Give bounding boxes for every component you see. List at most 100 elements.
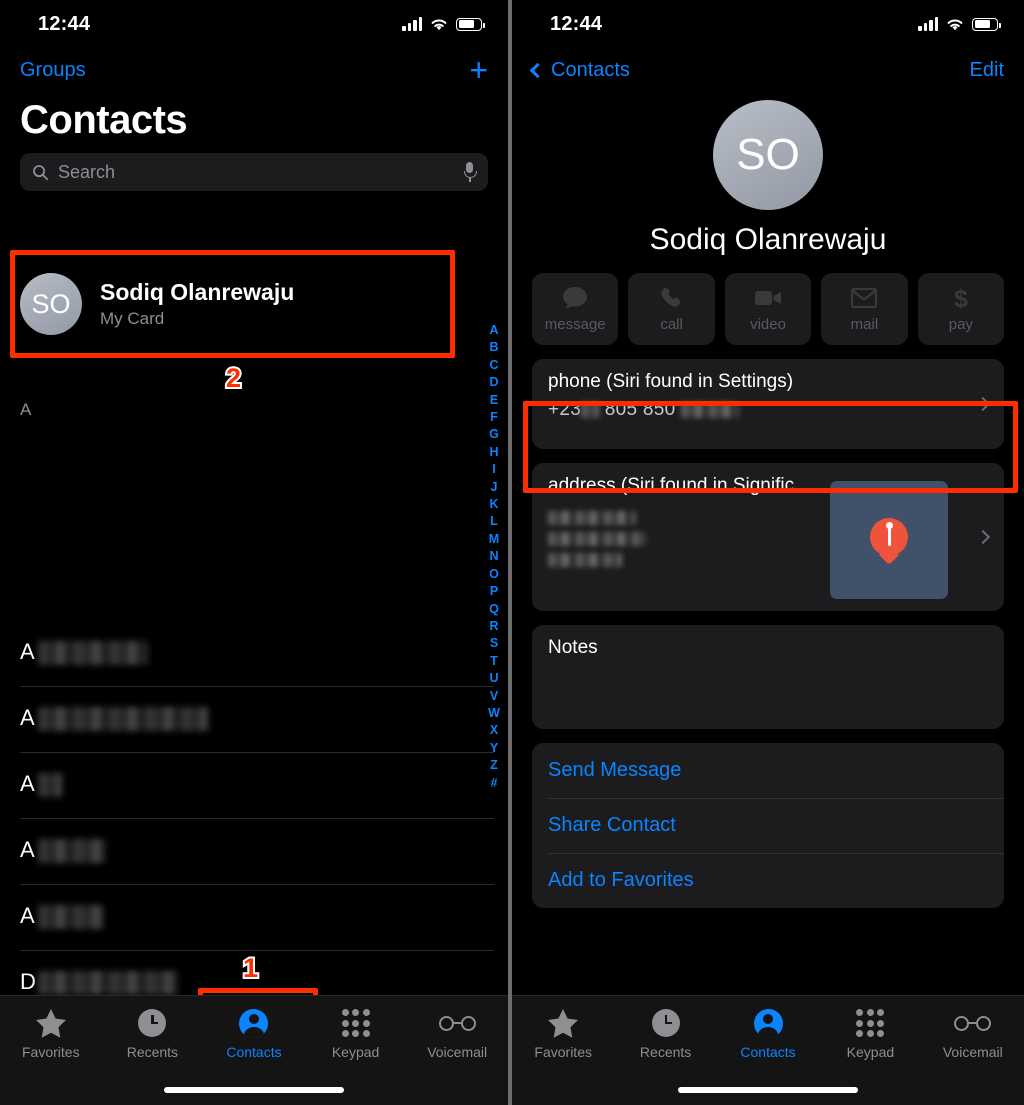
contact-initial: A [20, 903, 35, 928]
contact-list-item[interactable]: A [0, 687, 494, 753]
tab-keypad[interactable]: Keypad [819, 1008, 921, 1060]
action-button-mail[interactable]: mail [821, 273, 908, 345]
tab-keypad[interactable]: Keypad [305, 1008, 407, 1060]
alpha-index-letter[interactable]: # [491, 775, 498, 792]
clock-icon [651, 1008, 680, 1038]
contact-list-item[interactable]: A [0, 819, 494, 885]
contact-list-item[interactable]: A [0, 885, 494, 951]
tab-label: Keypad [331, 1044, 380, 1060]
alpha-index-letter[interactable]: T [490, 653, 498, 670]
microphone-icon[interactable] [463, 161, 477, 183]
status-time: 12:44 [550, 12, 603, 35]
action-button-call[interactable]: call [628, 273, 715, 345]
action-button-label: pay [948, 316, 973, 333]
contact-action-add-to-favorites[interactable]: Add to Favorites [532, 853, 1004, 908]
alpha-index-letter[interactable]: Z [490, 757, 498, 774]
tab-recents[interactable]: Recents [614, 1008, 716, 1060]
groups-button[interactable]: Groups [20, 59, 86, 82]
action-button-message[interactable]: message [532, 273, 619, 345]
tab-favorites[interactable]: Favorites [512, 1008, 614, 1060]
alpha-index-letter[interactable]: Q [489, 601, 499, 618]
alpha-index-letter[interactable]: D [489, 374, 498, 391]
message-bubble-icon [562, 285, 588, 311]
alpha-index-letter[interactable]: J [491, 479, 498, 496]
alpha-index-letter[interactable]: X [490, 722, 498, 739]
back-to-contacts-button[interactable]: Contacts [529, 59, 630, 82]
avatar: SO [20, 273, 82, 335]
search-input[interactable]: Search [20, 153, 488, 191]
alpha-index-letter[interactable]: V [490, 688, 498, 705]
action-button-video[interactable]: video [724, 273, 812, 345]
map-thumbnail[interactable] [830, 481, 948, 599]
address-row[interactable]: address (Siri found in Signific... [532, 463, 1004, 611]
section-header-a: A [20, 400, 32, 419]
contact-name-redacted [38, 971, 178, 995]
cellular-signal-icon [918, 17, 938, 31]
contact-detail-screen: 12:44 Contacts Edit SO Sodiq Olanrewaju [512, 0, 1024, 1105]
quick-action-row[interactable]: message call video mail $ pay [512, 257, 1024, 345]
tab-label: Contacts [740, 1044, 796, 1060]
phone-value: +23 805 850 [548, 399, 988, 421]
alpha-index-letter[interactable]: N [489, 548, 498, 565]
phone-row[interactable]: phone (Siri found in Settings) +23 805 8… [532, 359, 1004, 449]
alpha-index-letter[interactable]: G [489, 426, 499, 443]
star-icon [547, 1008, 579, 1038]
contact-list-item[interactable]: A [0, 621, 494, 687]
tab-contacts[interactable]: Contacts [203, 1008, 305, 1060]
alpha-index-letter[interactable]: U [489, 670, 498, 687]
tab-voicemail[interactable]: Voicemail [922, 1008, 1024, 1060]
alpha-index-letter[interactable]: L [490, 513, 498, 530]
alpha-index-letter[interactable]: B [489, 339, 498, 356]
person-circle-icon [753, 1008, 783, 1038]
envelope-icon [851, 285, 878, 311]
contact-action-share-contact[interactable]: Share Contact [532, 798, 1004, 853]
contact-initial: A [20, 837, 35, 862]
alpha-index-letter[interactable]: P [490, 583, 498, 600]
tab-label: Contacts [226, 1044, 282, 1060]
action-button-pay[interactable]: $ pay [917, 273, 1005, 345]
contact-list-item[interactable]: A [0, 753, 494, 819]
alpha-index-letter[interactable]: R [489, 618, 498, 635]
tab-recents[interactable]: Recents [102, 1008, 204, 1060]
status-indicators [918, 17, 1002, 32]
svg-text:$: $ [954, 285, 968, 311]
contact-hero: SO Sodiq Olanrewaju [512, 92, 1024, 257]
my-card-row[interactable]: SO Sodiq Olanrewaju My Card [20, 260, 478, 348]
alpha-index-letter[interactable]: W [488, 705, 500, 722]
search-placeholder: Search [58, 161, 116, 182]
alpha-index-letter[interactable]: F [490, 409, 498, 426]
phone-handset-icon [660, 285, 684, 311]
my-card-text: Sodiq Olanrewaju My Card [100, 279, 294, 329]
edit-button[interactable]: Edit [970, 59, 1004, 82]
right-nav-bar: Contacts Edit [512, 48, 1024, 92]
tab-favorites[interactable]: Favorites [0, 1008, 102, 1060]
clock-icon [138, 1008, 167, 1038]
battery-icon [972, 17, 1002, 31]
alphabet-index[interactable]: A B C D E F G H I J K L M N O P Q R S T U V W X Y Z # [485, 322, 503, 792]
alpha-index-letter[interactable]: K [489, 496, 498, 513]
alpha-index-letter[interactable]: A [489, 322, 498, 339]
tab-voicemail[interactable]: Voicemail [406, 1008, 508, 1060]
left-nav-bar: Groups + [0, 48, 508, 92]
plus-icon[interactable]: + [469, 54, 488, 86]
status-bar-right: 12:44 [512, 0, 1024, 48]
alpha-index-letter[interactable]: I [492, 461, 495, 478]
contact-actions-list[interactable]: Send Message Share Contact Add to Favorite… [532, 743, 1004, 908]
tab-label: Recents [639, 1044, 692, 1060]
alpha-index-letter[interactable]: Y [490, 740, 498, 757]
phone-value-mid: 805 850 [604, 399, 676, 420]
alpha-index-letter[interactable]: C [489, 357, 498, 374]
notes-row[interactable]: Notes [532, 625, 1004, 729]
tab-contacts[interactable]: Contacts [717, 1008, 819, 1060]
avatar: SO [713, 100, 823, 210]
notes-label: Notes [548, 637, 598, 658]
contact-action-send-message[interactable]: Send Message [532, 743, 1004, 798]
my-card-name: Sodiq Olanrewaju [100, 279, 295, 305]
alpha-index-letter[interactable]: E [490, 392, 498, 409]
alpha-index-letter[interactable]: H [489, 444, 498, 461]
alpha-index-letter[interactable]: S [490, 635, 498, 652]
alpha-index-letter[interactable]: M [489, 531, 499, 548]
map-pin-icon [870, 518, 908, 565]
alpha-index-letter[interactable]: O [489, 566, 499, 583]
annotation-marker-2: 2 [224, 361, 243, 395]
